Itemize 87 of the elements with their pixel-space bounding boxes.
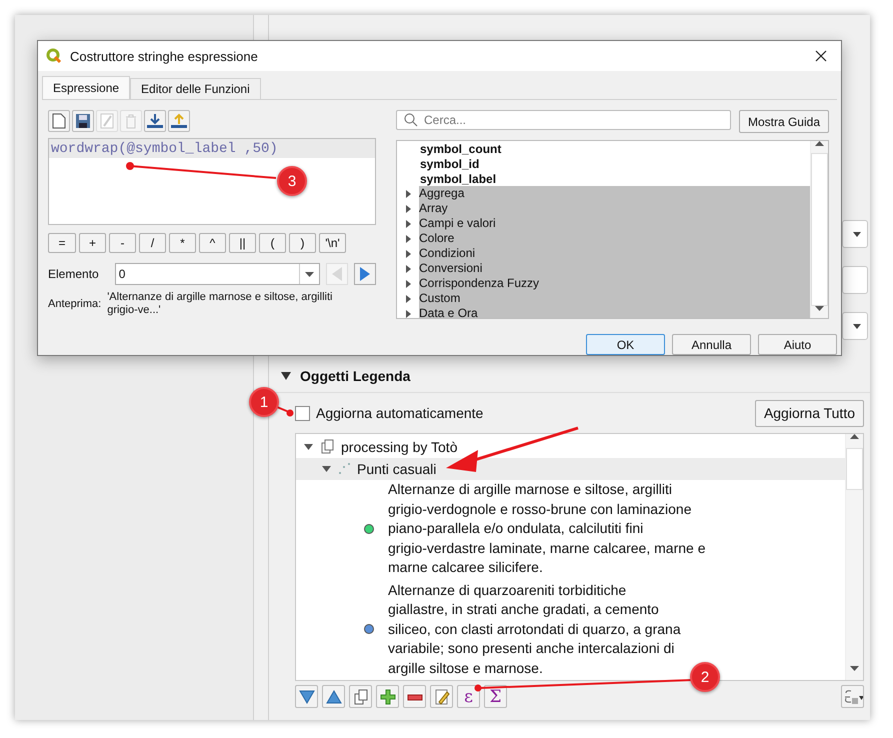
symbol-label: Alternanze di argille marnose e siltose, argilliti grigio-verdognole e rosso-brune con laminazione piano-parallela e/o ondulata, calcilutiti fini grigio-verdastre laminate, marne calcaree, marne e marne calcaree silicifere.: [388, 480, 706, 577]
up-triangle-icon: [326, 690, 342, 704]
operator-button[interactable]: *: [169, 233, 196, 253]
section-title: Oggetti Legenda: [300, 368, 410, 384]
operator-button[interactable]: ): [289, 233, 316, 253]
function-list-item[interactable]: Array: [419, 201, 810, 216]
right-triangle-icon: [360, 267, 370, 281]
remove-button[interactable]: [403, 685, 426, 708]
update-all-button[interactable]: Aggiorna Tutto: [754, 400, 864, 426]
scrollbar-thumb[interactable]: [811, 152, 828, 306]
dropdown-icon: [305, 272, 314, 276]
expression-button[interactable]: ε: [457, 685, 480, 708]
scrollbar-thumb[interactable]: [846, 448, 863, 490]
new-file-button[interactable]: [48, 110, 70, 132]
pencil-icon: [434, 688, 450, 704]
function-list-item[interactable]: Colore: [419, 231, 810, 246]
layer-group-icon: [319, 439, 335, 455]
operator-button[interactable]: =: [48, 233, 76, 253]
add-button[interactable]: [376, 685, 399, 708]
dialog-button[interactable]: Aiuto: [758, 334, 837, 355]
function-list-item[interactable]: Data e Ora: [419, 306, 810, 318]
save-button[interactable]: [72, 110, 94, 132]
move-up-button[interactable]: [322, 685, 345, 708]
file-icon: [52, 113, 66, 129]
function-list-item[interactable]: symbol_count: [420, 142, 502, 156]
move-down-button[interactable]: [295, 685, 318, 708]
operator-button[interactable]: (: [259, 233, 286, 253]
leader-line: [276, 406, 294, 416]
checkbox-label: Aggiorna automaticamente: [316, 405, 484, 421]
plus-icon: [380, 688, 396, 704]
scrollbar[interactable]: [810, 141, 828, 318]
checkbox[interactable]: [295, 406, 310, 420]
preview-label: Anteprima:: [48, 298, 102, 310]
window-title: Costruttore stringhe espressione: [70, 48, 258, 64]
layer-group-icon: [352, 688, 368, 704]
preview-text: 'Alternanze di argille marnose e siltose, argilliti grigio-ve...': [107, 291, 334, 317]
export-button[interactable]: [168, 110, 190, 132]
layer-item[interactable]: Punti casuali: [357, 461, 436, 477]
upload-icon: [170, 113, 188, 129]
show-help-button[interactable]: Mostra Guida: [738, 110, 829, 133]
operator-button[interactable]: ^: [199, 233, 226, 253]
input-field[interactable]: [842, 266, 868, 294]
app-logo-icon: [46, 48, 62, 64]
left-triangle-icon: [332, 267, 342, 281]
element-combo-box[interactable]: 0: [114, 263, 320, 285]
expression-button[interactable]: Σ: [484, 685, 507, 708]
layer-group-item[interactable]: processing by Totò: [341, 439, 458, 455]
save-icon: [75, 113, 91, 129]
expand-icon[interactable]: [304, 444, 313, 450]
operator-button[interactable]: ||: [229, 233, 256, 253]
collapse-icon[interactable]: [281, 372, 291, 380]
tab[interactable]: Editor delle Funzioni: [130, 78, 261, 99]
import-button[interactable]: [144, 110, 166, 132]
function-list-item[interactable]: Condizioni: [419, 246, 810, 261]
operator-button[interactable]: +: [79, 233, 106, 253]
tab[interactable]: Espressione: [42, 76, 130, 99]
function-list-item[interactable]: Campi e valori: [419, 216, 810, 231]
combo-box[interactable]: [842, 312, 868, 340]
trash-icon: [124, 113, 138, 129]
pencil-icon: [100, 113, 114, 129]
element-label: Elemento: [48, 267, 99, 281]
operator-button[interactable]: '\n': [319, 233, 346, 253]
add-group-button[interactable]: [349, 685, 372, 708]
scrollbar[interactable]: [845, 434, 863, 680]
function-list-item[interactable]: Conversioni: [419, 261, 810, 276]
expression-code: wordwrap(@symbol_label ,50): [51, 140, 278, 156]
edit-button[interactable]: [430, 685, 453, 708]
download-icon: [146, 113, 164, 129]
close-icon[interactable]: [815, 50, 827, 62]
dialog-button[interactable]: Annulla: [672, 334, 751, 355]
function-list-item[interactable]: symbol_id: [420, 156, 480, 170]
function-list-item[interactable]: Aggrega: [419, 186, 810, 201]
search-field[interactable]: Cerca...: [396, 110, 731, 130]
filter-expression-button[interactable]: [841, 685, 864, 708]
operator-button[interactable]: -: [109, 233, 136, 253]
operator-button[interactable]: /: [139, 233, 166, 253]
expand-icon[interactable]: [322, 466, 331, 472]
function-list-item[interactable]: Corrispondenza Fuzzy: [419, 276, 810, 291]
down-triangle-icon: [298, 690, 314, 704]
next-button[interactable]: [354, 263, 376, 285]
search-icon: [404, 113, 418, 127]
symbol-label: Alternanze di quarzoareniti torbiditiche giallastre, in strati anche gradati, a cemento siliceo, con clasti arrotondati di quarzo, a grana variabile; sono presenti anche intercalazioni di argille siltose e marnose.: [388, 580, 681, 678]
point-layer-icon: [337, 462, 351, 476]
function-list-item[interactable]: Custom: [419, 291, 810, 306]
dialog-button[interactable]: OK: [586, 334, 665, 355]
function-list-item[interactable]: symbol_label: [420, 172, 496, 186]
combo-box[interactable]: [842, 220, 868, 248]
